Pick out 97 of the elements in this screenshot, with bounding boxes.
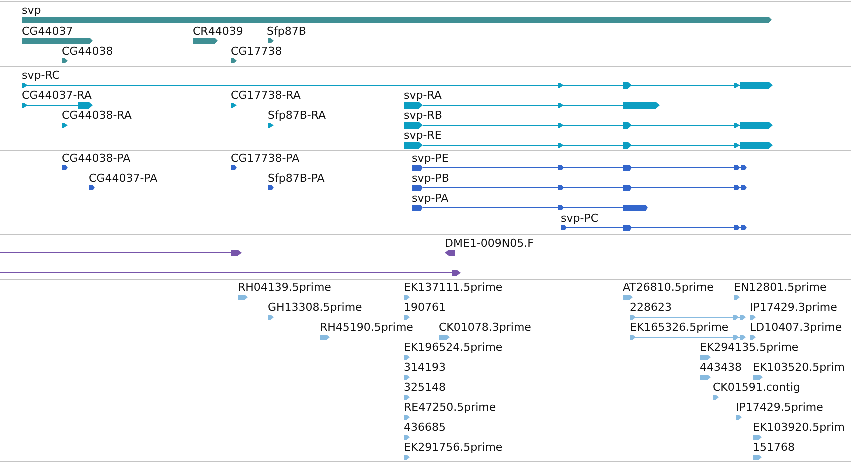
est-drawing[interactable]: [734, 294, 741, 300]
feature-label: CK01078.3prime: [439, 321, 532, 334]
feature-label: CK01591.contig: [713, 381, 800, 394]
est-drawing[interactable]: [238, 294, 248, 300]
est-drawing[interactable]: [404, 354, 411, 360]
feature-label: DME1-009N05.F: [445, 237, 534, 250]
transcript-drawing[interactable]: [404, 102, 660, 108]
feature-label: EK291756.5prime: [404, 441, 503, 454]
protein-drawing[interactable]: [412, 205, 648, 211]
feature-label: 436685: [404, 421, 446, 434]
feature-label: CG44037-PA: [89, 172, 158, 185]
feature-label: 151768: [753, 441, 795, 454]
gene-drawing[interactable]: [231, 58, 238, 64]
est-drawing[interactable]: [753, 434, 762, 440]
transcript-drawing[interactable]: [62, 122, 69, 128]
protein-drawing[interactable]: [231, 165, 238, 171]
feature-label: Sfp87B-PA: [268, 172, 325, 185]
feature-label: CG17738: [231, 45, 282, 58]
feature-label: CG44037: [22, 25, 74, 38]
feature-label: CG17738-PA: [231, 152, 300, 165]
transcript-drawing[interactable]: [268, 122, 275, 128]
gene-drawing[interactable]: [268, 38, 275, 44]
protein-drawing[interactable]: [62, 165, 69, 171]
feature-label: EK196524.5prime: [404, 341, 503, 354]
est-drawing[interactable]: [630, 314, 747, 320]
feature-label: CG44038: [62, 45, 114, 58]
transcript-drawing[interactable]: [22, 82, 773, 88]
feature-label: svp-RC: [22, 69, 60, 82]
est-drawing[interactable]: [753, 454, 762, 460]
feature-label: svp-RB: [404, 109, 442, 122]
feature-label: RH45190.5prime: [320, 321, 414, 334]
est-drawing[interactable]: [753, 374, 763, 380]
est-drawing[interactable]: [404, 414, 411, 420]
feature-label: CR44039: [193, 25, 244, 38]
est-drawing[interactable]: [630, 334, 747, 340]
est-drawing[interactable]: [713, 394, 720, 400]
feature-label: RH04139.5prime: [238, 281, 332, 294]
est-drawing[interactable]: [700, 374, 711, 380]
est-drawing[interactable]: [320, 334, 330, 340]
feature-label: CG44038-PA: [62, 152, 131, 165]
est-drawing[interactable]: [404, 434, 411, 440]
feature-label: 314193: [404, 361, 446, 374]
est-drawing[interactable]: [404, 314, 411, 320]
est-drawing[interactable]: [700, 354, 711, 360]
feature-label: RE47250.5prime: [404, 401, 496, 414]
feature-label: svp-RE: [404, 129, 442, 142]
est-drawing[interactable]: [404, 394, 411, 400]
feature-label: EK294135.5prime: [700, 341, 799, 354]
protein-drawing[interactable]: [89, 185, 96, 191]
feature-label: svp-PC: [561, 212, 599, 225]
feature-label: IP17429.3prime: [750, 301, 838, 314]
transcript-drawing[interactable]: [231, 102, 238, 108]
gene-drawing[interactable]: [22, 38, 93, 44]
feature-label: Sfp87B: [267, 25, 306, 38]
feature-label: GH13308.5prime: [268, 301, 362, 314]
est-drawing[interactable]: [404, 374, 411, 380]
alignment-drawing[interactable]: [0, 250, 242, 256]
est-drawing[interactable]: [750, 334, 757, 340]
feature-label: CG44038-RA: [62, 109, 132, 122]
protein-drawing[interactable]: [412, 185, 748, 191]
protein-drawing[interactable]: [412, 165, 748, 171]
protein-drawing[interactable]: [268, 185, 275, 191]
feature-label: svp: [22, 4, 42, 17]
feature-label: IP17429.5prime: [736, 401, 824, 414]
transcript-drawing[interactable]: [404, 142, 773, 148]
gene-drawing[interactable]: [193, 38, 218, 44]
feature-label: 190761: [404, 301, 446, 314]
feature-label: Sfp87B-RA: [268, 109, 326, 122]
gene-drawing[interactable]: [62, 58, 69, 64]
alignment-drawing[interactable]: [0, 270, 461, 276]
feature-label: CG17738-RA: [231, 89, 301, 102]
est-drawing[interactable]: [736, 414, 743, 420]
est-drawing[interactable]: [404, 294, 411, 300]
feature-label: EK103920.5prim: [753, 421, 845, 434]
feature-label: LD10407.3prime: [750, 321, 842, 334]
feature-label: svp-PB: [412, 172, 450, 185]
protein-drawing[interactable]: [561, 225, 748, 231]
est-drawing[interactable]: [439, 334, 450, 340]
feature-label: EN12801.5prime: [734, 281, 827, 294]
feature-label: CG44037-RA: [22, 89, 92, 102]
feature-label: 228623: [630, 301, 672, 314]
feature-label: EK165326.5prime: [630, 321, 729, 334]
transcript-drawing[interactable]: [404, 122, 773, 128]
feature-label: svp-RA: [404, 89, 442, 102]
feature-label: 443438: [700, 361, 742, 374]
feature-label: EK103520.5prim: [753, 361, 845, 374]
est-drawing[interactable]: [404, 454, 411, 460]
feature-label: AT26810.5prime: [623, 281, 714, 294]
transcript-drawing[interactable]: [22, 102, 93, 108]
alignment-drawing[interactable]: [445, 250, 455, 256]
feature-label: svp-PE: [412, 152, 449, 165]
feature-label: 325148: [404, 381, 446, 394]
est-drawing[interactable]: [750, 314, 757, 320]
feature-label: EK137111.5prime: [404, 281, 503, 294]
est-drawing[interactable]: [268, 314, 275, 320]
est-drawing[interactable]: [623, 294, 633, 300]
feature-label: svp-PA: [412, 192, 449, 205]
